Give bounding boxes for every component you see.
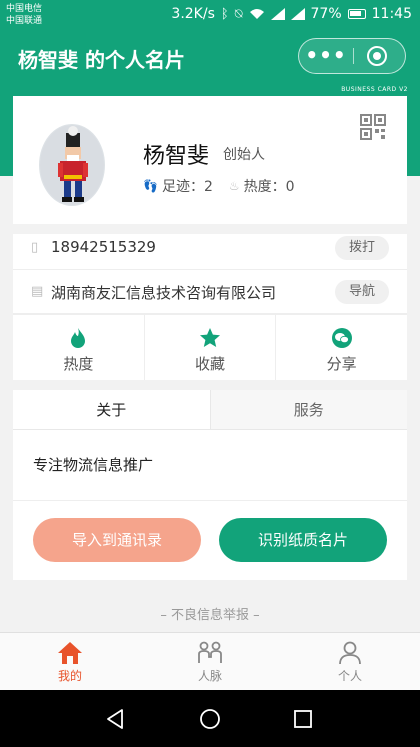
battery-icon: [347, 9, 366, 19]
footprint-icon: 👣: [143, 179, 158, 193]
building-icon: ▤: [31, 284, 44, 299]
network-speed: 3.2K/s: [171, 6, 215, 22]
bluetooth-icon: ᛒ: [220, 6, 229, 22]
heat-label: 热度：0: [243, 179, 295, 195]
tab-services[interactable]: 服务: [210, 390, 407, 429]
business-card: 杨智斐 创始人 👣 足迹：2 ♨ 热度：0 ▯ 18942515329 拨打 ▤…: [13, 96, 407, 380]
footprint-stat: 👣 足迹：2: [143, 176, 213, 196]
phone-row: ▯ 18942515329 拨打: [13, 226, 407, 270]
footprint-label: 足迹：2: [161, 179, 213, 195]
battery-percent: 77%: [310, 6, 342, 22]
company-row: ▤ 湖南商友汇信息技术咨询有限公司 导航: [13, 270, 407, 314]
action-favorite[interactable]: 收藏: [145, 315, 277, 380]
tab-mine[interactable]: 我的: [0, 633, 140, 690]
panel-divider: [13, 500, 407, 501]
qr-code-icon[interactable]: [360, 114, 386, 140]
tab-profile[interactable]: 个人: [280, 633, 420, 690]
detail-tabs: 关于 服务: [13, 390, 407, 430]
navigate-button[interactable]: 导航: [335, 280, 389, 304]
back-icon[interactable]: [104, 708, 126, 730]
action-heat-label: 热度: [63, 355, 94, 373]
phone-number[interactable]: 18942515329: [51, 238, 156, 256]
heat-stat: ♨ 热度：0: [229, 176, 295, 196]
scan-paper-card-button[interactable]: 识别纸质名片: [219, 518, 387, 562]
carrier-2: 中国联通: [6, 16, 43, 26]
carrier-1: 中国电信: [6, 4, 43, 14]
tab-network-label: 人脉: [197, 669, 222, 683]
card-actions: 热度 收藏 分享: [13, 314, 407, 380]
call-button[interactable]: 拨打: [335, 236, 389, 260]
avatar[interactable]: [39, 124, 105, 206]
person-icon: [339, 641, 361, 665]
status-bar: 中国电信 中国联通 3.2K/s ᛒ ⍉ 77% 11:45: [0, 0, 420, 30]
mute-icon: ⍉: [234, 6, 243, 22]
tab-profile-label: 个人: [337, 669, 362, 683]
tab-mine-label: 我的: [57, 669, 82, 683]
tab-about[interactable]: 关于: [13, 390, 211, 429]
system-nav-bar: [0, 690, 420, 747]
phone-icon: ▯: [31, 240, 39, 255]
home-nav-icon[interactable]: [199, 708, 221, 730]
signal-icon: [270, 8, 285, 20]
carrier-info: 中国电信 中国联通: [6, 3, 42, 27]
wifi-icon: [249, 9, 264, 19]
page-title: 杨智斐 的个人名片: [18, 48, 185, 72]
action-heat[interactable]: 热度: [13, 315, 145, 380]
card-stats: 👣 足迹：2 ♨ 热度：0: [143, 176, 295, 196]
star-icon: [200, 328, 220, 347]
contacts-icon: [198, 641, 222, 663]
card-name: 杨智斐: [143, 144, 210, 169]
home-icon: [58, 642, 82, 664]
mini-program-capsule: •••: [298, 38, 406, 74]
flame-icon: [71, 328, 86, 348]
recents-icon[interactable]: [292, 708, 314, 730]
app-header: 杨智斐 的个人名片 •••: [0, 30, 420, 84]
nutcracker-avatar-image: [40, 125, 104, 205]
about-text: 专注物流信息推广: [33, 456, 154, 474]
flame-small-icon: ♨: [228, 179, 240, 193]
bottom-tab-bar: 我的 人脉 个人: [0, 632, 420, 690]
import-contacts-button[interactable]: 导入到通讯录: [33, 518, 201, 562]
card-role: 创始人: [223, 147, 265, 163]
signal-2-icon: [290, 8, 305, 20]
status-indicators: 3.2K/s ᛒ ⍉ 77% 11:45: [171, 6, 412, 22]
wechat-icon: [331, 328, 352, 348]
report-link[interactable]: – 不良信息举报 –: [0, 604, 420, 623]
detail-panel: 关于 服务 专注物流信息推广 导入到通讯录 识别纸质名片: [13, 390, 407, 580]
more-button[interactable]: •••: [299, 39, 353, 73]
company-name: 湖南商友汇信息技术咨询有限公司: [51, 284, 277, 302]
tab-network[interactable]: 人脉: [140, 633, 280, 690]
action-share-label: 分享: [326, 355, 357, 373]
close-mini-program-button[interactable]: [367, 46, 387, 66]
capsule-divider: [353, 48, 354, 64]
clock: 11:45: [371, 6, 412, 22]
action-favorite-label: 收藏: [195, 355, 226, 373]
card-version-label: BUSINESS CARD V2: [341, 86, 408, 93]
action-share[interactable]: 分享: [276, 315, 407, 380]
